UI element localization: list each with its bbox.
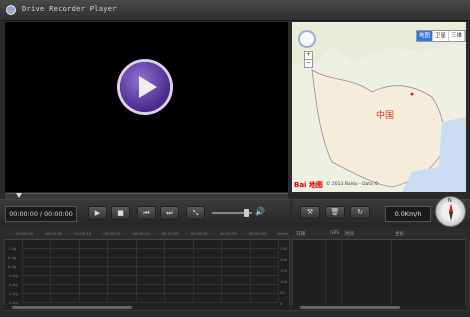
previous-button[interactable]: ⏮ bbox=[137, 206, 156, 220]
zoom-out-button[interactable]: − bbox=[304, 59, 313, 68]
graph-gridline bbox=[22, 284, 278, 285]
graph-vertical-gridline bbox=[22, 240, 23, 302]
graph-gridline bbox=[22, 293, 278, 294]
gps-table-header bbox=[292, 229, 466, 240]
speed-display: 0.0Km/h bbox=[385, 206, 431, 222]
graph-y-tick-right: 50 bbox=[280, 290, 285, 295]
map-type-satellite[interactable]: 卫星 bbox=[433, 31, 449, 41]
seek-handle[interactable] bbox=[16, 193, 22, 198]
graph-scroll-thumb[interactable] bbox=[12, 306, 132, 309]
graph-vertical-gridline bbox=[107, 240, 109, 302]
graph-vertical-gridline bbox=[221, 240, 223, 302]
graph-y-tick-right: 150 bbox=[280, 268, 288, 273]
graph-x-tick: 00:00:30 bbox=[190, 231, 208, 236]
graph-gridline bbox=[22, 275, 278, 276]
fullscreen-button[interactable]: ⤡ bbox=[186, 206, 205, 220]
window-title: Drive Recorder Player bbox=[22, 5, 117, 13]
map-logo: Bai 地图 bbox=[294, 181, 323, 189]
graph-gridline bbox=[22, 248, 278, 249]
play-icon bbox=[139, 76, 157, 98]
graph-vertical-gridline bbox=[249, 240, 251, 302]
graph-x-tick: Km/h bbox=[278, 231, 288, 236]
table-header-coordinates: 坐标 bbox=[395, 232, 404, 237]
tool-icon: ⚒ bbox=[306, 208, 314, 216]
next-icon: ⏭ bbox=[166, 209, 173, 217]
refresh-icon: ↻ bbox=[357, 208, 363, 216]
map-country-label: 中国 bbox=[376, 111, 395, 121]
play-icon: ▶ bbox=[94, 209, 101, 217]
graph-vertical-gridline bbox=[78, 240, 80, 302]
graph-vertical-gridline bbox=[164, 240, 166, 302]
fullscreen-icon: ⤡ bbox=[192, 209, 199, 217]
map-copyright: © 2013 Baidu - Data © bbox=[326, 182, 379, 187]
graph-y-tick-right: 100 bbox=[280, 279, 288, 284]
graph-x-tick: 00:00:10 bbox=[74, 231, 92, 236]
graph-y-tick-left: 1.0g bbox=[8, 246, 17, 251]
map-tool-button-2[interactable]: 🗑 bbox=[325, 206, 345, 219]
graph-x-tick: 00:00:35 bbox=[219, 231, 237, 236]
compass-needle-south-icon bbox=[449, 212, 453, 221]
speaker-icon[interactable]: 🔊 bbox=[255, 207, 265, 216]
graph-vertical-gridline bbox=[278, 240, 279, 302]
graph-vertical-gridline bbox=[50, 240, 52, 302]
map-type-switch[interactable]: 地图 卫星 三维 bbox=[416, 30, 466, 42]
graph-x-tick: 00:00:00 bbox=[16, 231, 34, 236]
map-pan-control[interactable] bbox=[298, 30, 316, 48]
compass-needle-north-icon bbox=[449, 203, 453, 212]
play-button[interactable]: ▶ bbox=[88, 206, 107, 220]
map-refresh-button[interactable]: ↻ bbox=[350, 206, 370, 219]
table-scroll-thumb[interactable] bbox=[300, 306, 400, 309]
table-header-date: 日期 bbox=[296, 232, 305, 237]
map-tool-button-1[interactable]: ⚒ bbox=[300, 206, 320, 219]
trash-icon: 🗑 bbox=[330, 208, 340, 216]
map-canvas bbox=[292, 22, 466, 192]
graph-x-tick: 00:00:20 bbox=[132, 231, 150, 236]
graph-gridline bbox=[22, 302, 278, 303]
map-type-3d[interactable]: 三维 bbox=[449, 31, 465, 41]
graph-gridline bbox=[22, 257, 278, 258]
stop-button[interactable]: ■ bbox=[111, 206, 130, 220]
graph-y-tick-right: 200 bbox=[280, 257, 288, 262]
map-view[interactable] bbox=[292, 22, 466, 192]
stop-icon: ■ bbox=[117, 209, 124, 217]
graph-gridline bbox=[22, 266, 278, 267]
graph-y-tick-left: -1.0g bbox=[8, 282, 18, 287]
table-header-gps: GPS bbox=[330, 231, 340, 236]
table-column-divider bbox=[325, 240, 326, 304]
graph-y-tick-left: -0.5g bbox=[8, 273, 18, 278]
table-column-divider bbox=[391, 240, 392, 304]
graph-vertical-gridline bbox=[135, 240, 137, 302]
table-column-divider bbox=[341, 240, 342, 304]
graph-x-tick: 00:00:25 bbox=[161, 231, 179, 236]
graph-x-tick: 00:00:15 bbox=[103, 231, 121, 236]
graph-y-tick-left: 0.0g bbox=[8, 264, 17, 269]
graph-vertical-gridline bbox=[192, 240, 194, 302]
graph-x-tick: 00:00:40 bbox=[248, 231, 266, 236]
time-display: 00:00:00 / 00:00:00 bbox=[5, 206, 77, 222]
table-header-time: 时间 bbox=[345, 232, 354, 237]
graph-x-tick: 00:00:05 bbox=[45, 231, 63, 236]
graph-y-tick-right: 250 bbox=[280, 246, 288, 251]
graph-y-tick-left: -1.5g bbox=[8, 291, 18, 296]
prev-icon: ⏮ bbox=[143, 209, 150, 217]
sensor-graph bbox=[4, 229, 290, 311]
next-button[interactable]: ⏭ bbox=[160, 206, 179, 220]
graph-y-tick-left: 0.5g bbox=[8, 255, 17, 260]
volume-handle[interactable] bbox=[244, 209, 249, 217]
gps-table bbox=[292, 229, 466, 311]
map-type-map[interactable]: 地图 bbox=[417, 31, 433, 41]
app-icon bbox=[6, 5, 16, 15]
